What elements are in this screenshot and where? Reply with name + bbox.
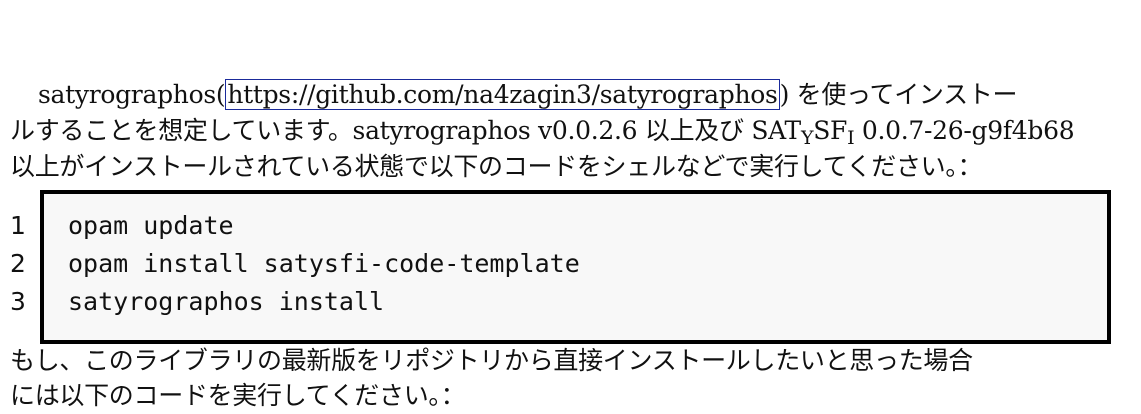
github-link[interactable]: https://github.com/na4zagin3/satyrograph… (225, 79, 780, 110)
text: ) を使ってインストー (779, 80, 1018, 109)
line-number: 2 (10, 249, 26, 278)
text: 0.0.7-26-g9f4b68 (854, 116, 1075, 145)
code-line: satyrographos install (68, 287, 385, 316)
line-number: 3 (10, 287, 26, 316)
paragraph2-line2: には以下のコードを実行してください。： (10, 381, 466, 410)
logo-part: I (847, 127, 855, 149)
satysfi-logo: SATYSFI (751, 116, 854, 149)
paragraph2-line1: もし、このライブラリの最新版をリポジトリから直接インストールしたいと思った場合 (10, 346, 973, 375)
logo-part: Y (800, 127, 814, 149)
logo-part: SAT (751, 116, 801, 145)
text: ルすることを想定しています。satyrographos v0.0.2.6 以上及… (10, 116, 752, 145)
code-block: opam update opam install satysfi-code-te… (40, 190, 1111, 344)
paragraph1-line1: satyrographos(https://github.com/na4zagi… (38, 76, 1018, 113)
logo-part: SF (813, 116, 848, 145)
paragraph1-line2: ルすることを想定しています。satyrographos v0.0.2.6 以上及… (10, 112, 1075, 152)
paragraph1-line3: 以上がインストールされている状態で以下のコードをシェルなどで実行してください。： (10, 152, 983, 181)
text: satyrographos( (38, 80, 226, 109)
line-number: 1 (10, 211, 26, 240)
code-line: opam update (68, 211, 234, 240)
code-line: opam install satysfi-code-template (68, 249, 580, 278)
